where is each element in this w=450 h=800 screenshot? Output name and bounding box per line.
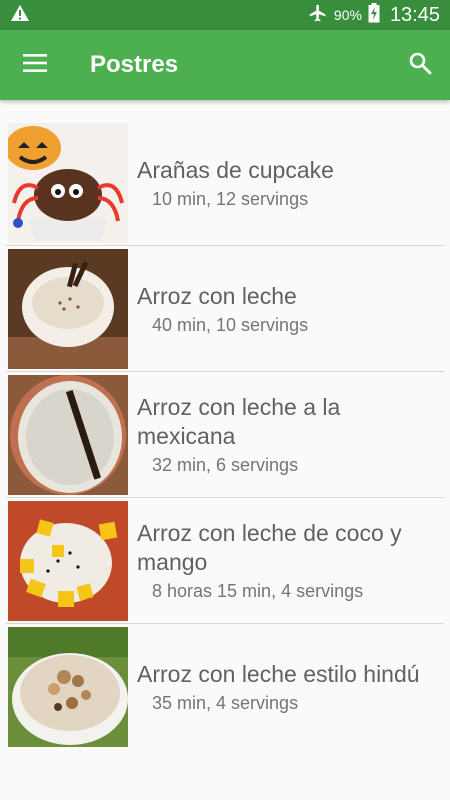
app-bar: Postres <box>0 30 450 100</box>
battery-charging-icon <box>368 2 380 28</box>
menu-icon <box>23 53 47 77</box>
recipe-title: Arroz con leche <box>137 282 297 309</box>
search-button[interactable] <box>390 30 450 100</box>
recipe-thumbnail <box>8 122 128 243</box>
recipe-title: Arroz con leche estilo hindú <box>137 661 420 687</box>
search-icon <box>408 51 432 80</box>
list-item[interactable]: Arañas de cupcake 10 min, 12 servings <box>6 120 444 246</box>
status-bar: 90% 13:45 <box>0 0 450 30</box>
recipe-meta: 10 min, 12 servings <box>152 188 309 209</box>
clock: 13:45 <box>389 3 440 26</box>
recipe-thumbnail <box>8 500 128 621</box>
list-item[interactable]: Arroz con leche 40 min, 10 servings <box>6 246 444 372</box>
airplane-icon <box>308 3 328 28</box>
battery-percent: 90% <box>333 7 362 23</box>
list-item[interactable]: Arroz con leche estilo hindú 35 min, 4 s… <box>6 624 444 750</box>
recipe-list: Arañas de cupcake 10 min, 12 servings Ar… <box>0 100 450 750</box>
list-item[interactable]: Arroz con leche de coco y mango 8 horas … <box>6 498 444 624</box>
recipe-meta: 32 min, 6 servings <box>152 455 299 475</box>
recipe-thumbnail <box>8 627 128 747</box>
recipe-title: Arañas de cupcake <box>137 156 334 183</box>
list-item[interactable]: Arroz con leche a la mexicana 32 min, 6 … <box>6 372 444 498</box>
recipe-meta: 8 horas 15 min, 4 servings <box>152 581 364 601</box>
recipe-meta: 35 min, 4 servings <box>152 693 299 713</box>
recipe-thumbnail <box>8 374 128 495</box>
page-title: Postres <box>90 51 179 78</box>
recipe-title: Arroz con leche de coco y mango <box>137 520 402 575</box>
recipe-thumbnail <box>8 248 128 369</box>
warning-icon <box>10 4 30 27</box>
recipe-meta: 40 min, 10 servings <box>152 314 309 335</box>
menu-button[interactable] <box>0 30 70 100</box>
recipe-title: Arroz con leche a la mexicana <box>137 394 341 449</box>
